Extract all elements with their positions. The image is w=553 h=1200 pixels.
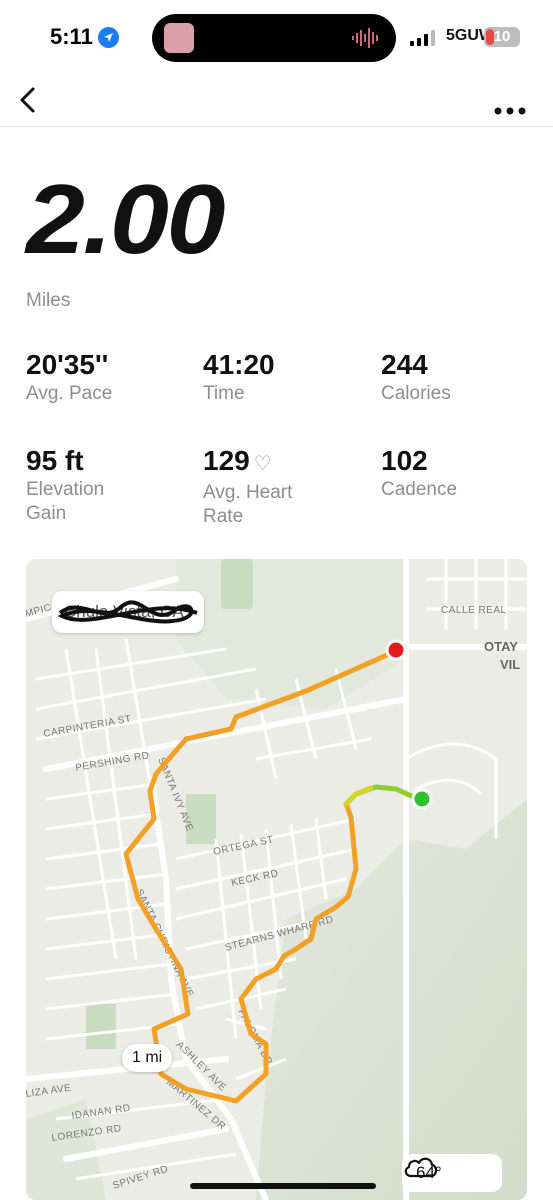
more-dots-icon [494, 107, 526, 115]
home-indicator[interactable] [190, 1183, 376, 1189]
location-label: Chula Vista, CA [52, 591, 204, 633]
map-label-calle-real: CALLE REAL [441, 605, 507, 616]
nav-bar [0, 78, 553, 127]
heart-icon: ♡ [253, 453, 272, 475]
stat-value: 95 ft [26, 445, 84, 476]
now-playing-artwork [164, 23, 194, 53]
stat-value: 102 [381, 445, 428, 476]
back-button[interactable] [14, 82, 44, 116]
stat-label: Time [203, 383, 245, 404]
distance-value: 2.00 [26, 164, 226, 274]
map-label-vil: VIL [500, 657, 520, 672]
mile-marker: 1 mi [122, 1044, 173, 1072]
location-arrow-icon [98, 27, 119, 48]
stat-avg-heart-rate: 129 ♡ Avg. Heart Rate [203, 444, 323, 529]
stat-label: Avg. Pace [26, 383, 113, 404]
stat-avg-pace: 20'35'' Avg. Pace [26, 348, 196, 406]
stat-label: Elevation Gain [26, 479, 105, 524]
stat-time: 41:20 Time [203, 348, 373, 406]
battery-icon: 10 [484, 27, 520, 47]
status-bar: 5:11 5GUW 10 [0, 0, 553, 78]
cellular-signal-icon [410, 30, 435, 46]
stat-label: Calories [381, 383, 451, 404]
more-options-button[interactable] [494, 92, 526, 123]
weather-badge: 64° [402, 1154, 502, 1192]
route-start-marker [411, 788, 433, 810]
stat-cadence: 102 Cadence [381, 444, 551, 502]
stat-value: 41:20 [203, 349, 275, 380]
stat-label: Avg. Heart Rate [203, 482, 293, 527]
cloud-icon [404, 1157, 438, 1178]
stat-label: Cadence [381, 479, 458, 500]
audio-waveform-icon [352, 28, 378, 48]
stat-value: 129 [203, 445, 250, 476]
stat-value: 20'35'' [26, 349, 109, 380]
battery-level: 10 [493, 28, 511, 45]
distance-unit: Miles [26, 290, 71, 311]
chevron-left-icon [20, 87, 35, 113]
stat-elevation-gain: 95 ft Elevation Gain [26, 444, 146, 526]
redaction-scribble [57, 600, 198, 624]
route-map[interactable]: CALLE REAL OTAY VIL MPIC CARPINTERIA ST … [26, 559, 527, 1200]
map-label-otay: OTAY [484, 639, 518, 654]
dynamic-island[interactable] [152, 14, 396, 62]
route-end-marker [385, 639, 407, 661]
status-time: 5:11 [50, 24, 93, 49]
map-canvas: CALLE REAL OTAY VIL MPIC CARPINTERIA ST … [26, 559, 527, 1200]
stat-calories: 244 Calories [381, 348, 551, 406]
stat-value: 244 [381, 349, 428, 380]
